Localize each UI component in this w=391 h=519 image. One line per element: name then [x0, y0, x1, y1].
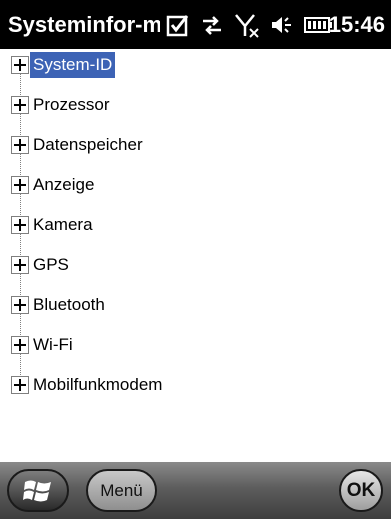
title-bar: Systeminfor-matio	[0, 0, 391, 49]
tree-item-anzeige[interactable]: Anzeige	[11, 171, 97, 199]
expand-plus-icon[interactable]	[11, 296, 29, 314]
softkey-bar: Menü OK	[0, 462, 391, 519]
data-sync-icon[interactable]	[200, 13, 224, 37]
tree-item-datenspeicher[interactable]: Datenspeicher	[11, 131, 146, 159]
expand-plus-icon[interactable]	[11, 216, 29, 234]
tree-item-label[interactable]: GPS	[30, 252, 72, 278]
expand-plus-icon[interactable]	[11, 136, 29, 154]
tree-item-mobilfunkmodem[interactable]: Mobilfunkmodem	[11, 371, 165, 399]
expand-plus-icon[interactable]	[11, 336, 29, 354]
signal-off-icon[interactable]	[234, 12, 260, 38]
screen: Systeminfor-matio	[0, 0, 391, 519]
tree-item-prozessor[interactable]: Prozessor	[11, 91, 113, 119]
tree-item-label[interactable]: Mobilfunkmodem	[30, 372, 165, 398]
tree-item-system-id[interactable]: System-ID	[11, 51, 116, 79]
ok-button[interactable]: OK	[339, 469, 383, 512]
app-title: Systeminfor-matio	[8, 12, 160, 37]
tree-item-kamera[interactable]: Kamera	[11, 211, 96, 239]
tree-item-gps[interactable]: GPS	[11, 251, 72, 279]
expand-plus-icon[interactable]	[11, 176, 29, 194]
expand-plus-icon[interactable]	[11, 96, 29, 114]
tree-item-label[interactable]: Datenspeicher	[30, 132, 146, 158]
volume-icon[interactable]	[270, 13, 294, 37]
tree-item-wi-fi[interactable]: Wi-Fi	[11, 331, 76, 359]
tree-item-label[interactable]: Prozessor	[30, 92, 113, 118]
expand-plus-icon[interactable]	[11, 376, 29, 394]
task-check-icon[interactable]	[166, 13, 190, 37]
tree-item-label[interactable]: Kamera	[30, 212, 96, 238]
tree-item-label[interactable]: Wi-Fi	[30, 332, 76, 358]
tree-item-label[interactable]: Anzeige	[30, 172, 97, 198]
clock[interactable]: 15:46	[329, 8, 385, 42]
tree-item-bluetooth[interactable]: Bluetooth	[11, 291, 108, 319]
tree-view[interactable]: System-ID Prozessor Datenspeicher Anzeig…	[0, 49, 391, 462]
expand-plus-icon[interactable]	[11, 56, 29, 74]
tree-item-label[interactable]: System-ID	[30, 52, 116, 78]
status-icons	[166, 8, 332, 42]
menu-softkey[interactable]: Menü	[86, 469, 157, 512]
start-button[interactable]	[7, 469, 69, 512]
expand-plus-icon[interactable]	[11, 256, 29, 274]
windows-logo-icon	[23, 480, 51, 501]
tree-item-label[interactable]: Bluetooth	[30, 292, 108, 318]
